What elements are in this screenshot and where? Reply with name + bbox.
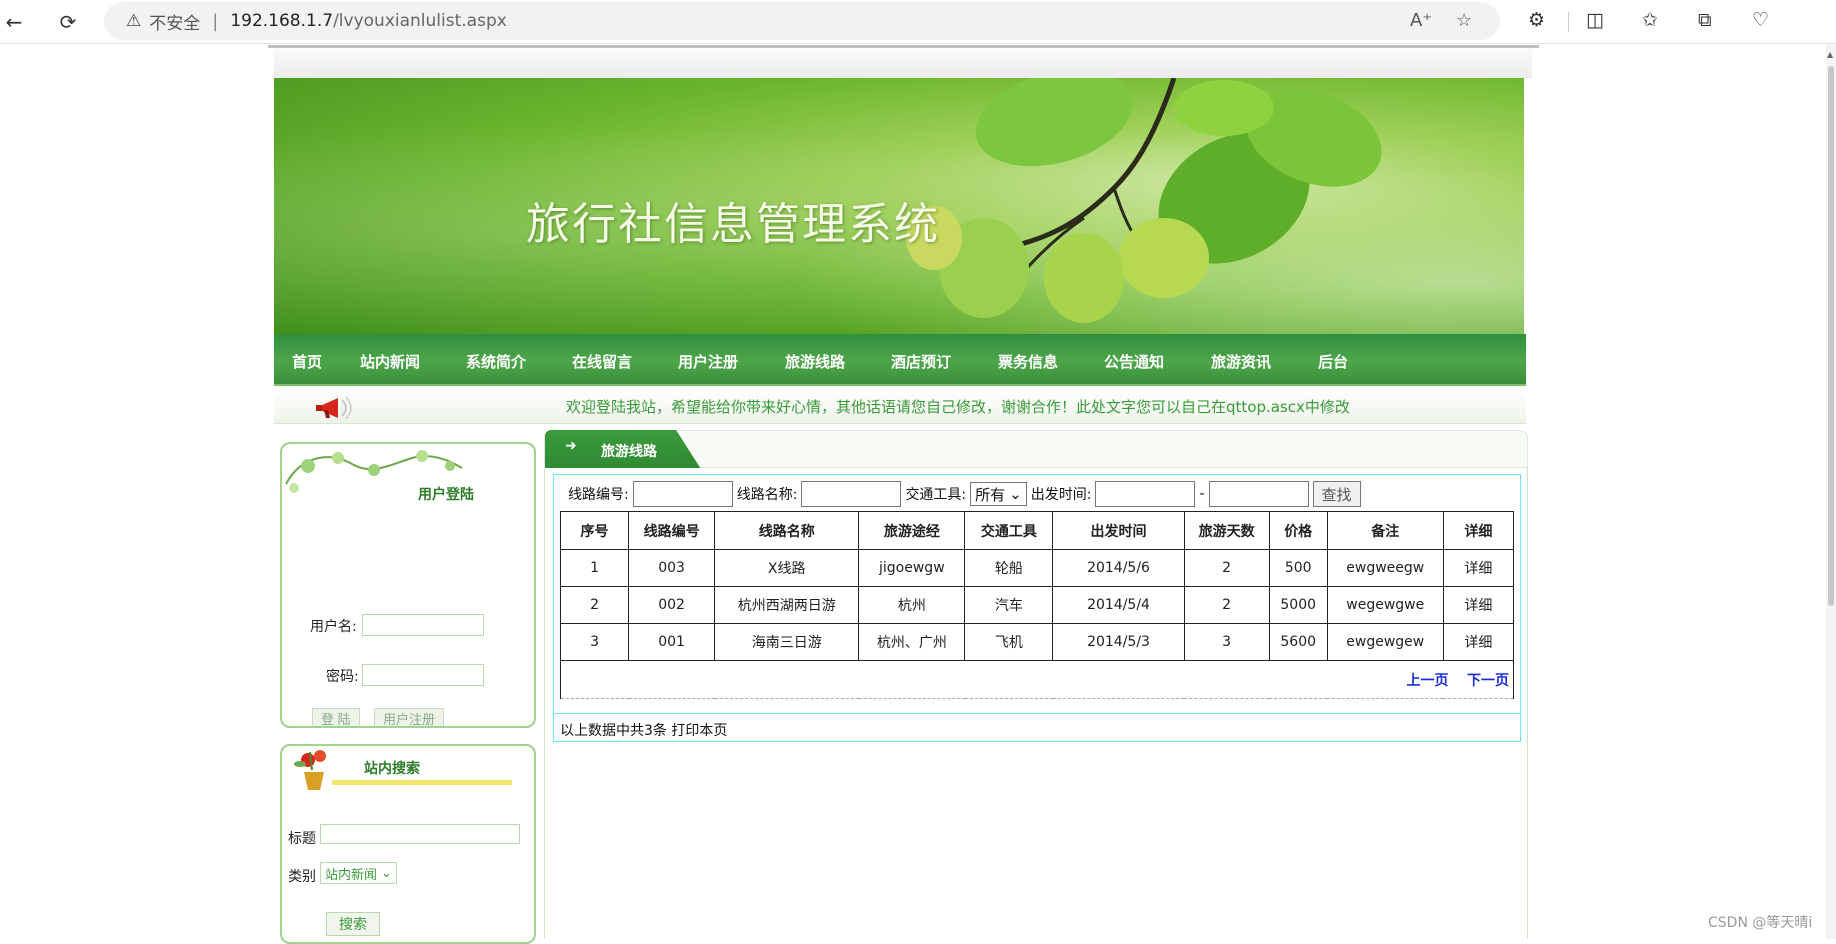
table-row: 1 003 X线路 jigoewgw 轮船 2014/5/6 2 500 ewg… [559, 549, 1515, 587]
read-aloud-icon[interactable]: A⁺ [1410, 10, 1432, 31]
warning-icon: ⚠ [126, 11, 142, 31]
depart-from-input[interactable] [1095, 481, 1196, 507]
search-category-label: 类别 [288, 869, 316, 885]
login-button[interactable]: 登 陆 [312, 708, 360, 726]
site-search-title: 站内搜索 [364, 761, 420, 777]
address-bar[interactable]: ⚠ 不安全 | 192.168.1.7/lvyouxianlulist.aspx… [104, 2, 1500, 40]
page: 旅行社信息管理系统 首页 站内新闻 系统简介 在线留言 用户注册 旅游线路 酒店… [268, 44, 1539, 944]
nav-item-announcements[interactable]: 公告通知 [1104, 351, 1164, 372]
browser-toolbar: ← ⟳ ⚠ 不安全 | 192.168.1.7/lvyouxianlulist.… [0, 0, 1836, 44]
content-area: 线路编号: 线路名称: 交通工具: 所有 ⌄ 出发时间: - 查找 序号 线路编号… [544, 468, 1528, 939]
collections-icon[interactable]: ⧉ [1698, 9, 1712, 31]
nav-item-routes[interactable]: 旅游线路 [785, 351, 845, 372]
col-header: 线路编号 [628, 511, 716, 550]
filter-bar: 线路编号: 线路名称: 交通工具: 所有 ⌄ 出发时间: - 查找 [568, 481, 1361, 507]
col-header: 价格 [1268, 511, 1328, 550]
search-category-select[interactable]: 站内新闻 ⌄ [320, 862, 397, 884]
nav-item-message[interactable]: 在线留言 [572, 351, 632, 372]
arrow-right-icon: ➜ [565, 438, 577, 454]
transport-label: 交通工具: [905, 487, 967, 503]
banner: 旅行社信息管理系统 [274, 78, 1524, 334]
depart-label: 出发时间: [1030, 487, 1092, 503]
col-header: 出发时间 [1052, 511, 1185, 550]
main-nav: 首页 站内新闻 系统简介 在线留言 用户注册 旅游线路 酒店预订 票务信息 公告… [274, 334, 1526, 386]
table-row: 3 001 海南三日游 杭州、广州 飞机 2014/5/3 3 5600 ewg… [559, 623, 1515, 661]
nav-item-admin[interactable]: 后台 [1318, 351, 1348, 372]
login-box: 用户登陆 用户名: 密码: 登 陆 用户注册 [280, 442, 536, 728]
search-title-label: 标题 [288, 831, 316, 847]
col-header: 交通工具 [964, 511, 1054, 550]
find-button[interactable]: 查找 [1312, 481, 1361, 507]
refresh-icon[interactable]: ⟳ [54, 8, 82, 36]
back-icon[interactable]: ← [0, 8, 28, 36]
chevron-down-icon: ⌄ [1009, 485, 1022, 503]
route-no-input[interactable] [632, 481, 733, 507]
col-header: 序号 [559, 511, 630, 550]
table-row: 2 002 杭州西湖两日游 杭州 汽车 2014/5/4 2 5000 wege… [559, 586, 1515, 624]
search-title-input[interactable] [320, 824, 520, 844]
nav-item-news[interactable]: 站内新闻 [360, 351, 420, 372]
page-scrollbar[interactable]: ▲ [1826, 44, 1836, 939]
site-title: 旅行社信息管理系统 [526, 199, 940, 250]
scroll-up-icon[interactable]: ▲ [1827, 50, 1833, 59]
watermark: CSDN @等天晴i [1708, 915, 1813, 931]
nav-item-travel-info[interactable]: 旅游资讯 [1211, 351, 1271, 372]
nav-item-home[interactable]: 首页 [292, 351, 322, 372]
route-name-label: 线路名称: [736, 487, 798, 503]
nav-item-hotel[interactable]: 酒店预订 [891, 351, 951, 372]
date-range-separator: - [1199, 486, 1205, 502]
depart-to-input[interactable] [1208, 481, 1309, 507]
scrollbar-thumb[interactable] [1828, 66, 1834, 606]
detail-link[interactable]: 详细 [1442, 549, 1515, 587]
favorites-icon[interactable]: ✩ [1642, 9, 1658, 31]
col-header: 详细 [1442, 511, 1515, 550]
col-header: 旅游天数 [1183, 511, 1270, 550]
pager-row: 上一页 下一页 [560, 660, 1514, 699]
favorite-star-icon[interactable]: ☆ [1456, 10, 1472, 31]
username-input[interactable] [362, 614, 484, 636]
content-tabbar: ➜ 旅游线路 [544, 430, 1528, 469]
vine-decoration-icon [285, 450, 463, 493]
notice-bar: 欢迎登陆我站，希望能给你带来好心情，其他话语请您自己修改，谢谢合作！此处文字您可… [274, 388, 1526, 424]
detail-link[interactable]: 详细 [1442, 586, 1515, 624]
route-name-input[interactable] [801, 481, 902, 507]
register-button[interactable]: 用户注册 [374, 708, 445, 726]
password-label: 密码: [326, 669, 359, 685]
tab-routes[interactable]: ➜ 旅游线路 [545, 430, 701, 469]
nav-item-register[interactable]: 用户注册 [678, 351, 738, 372]
route-no-label: 线路编号: [568, 487, 629, 503]
nav-item-tickets[interactable]: 票务信息 [998, 351, 1058, 372]
col-header: 备注 [1326, 511, 1444, 550]
prev-page-link[interactable]: 上一页 [1407, 673, 1449, 689]
pager: 上一页 下一页 [560, 660, 1514, 699]
nav-item-intro[interactable]: 系统简介 [466, 351, 526, 372]
search-button[interactable]: 搜索 [326, 912, 380, 936]
col-header: 线路名称 [714, 511, 860, 550]
password-input[interactable] [362, 664, 484, 686]
megaphone-icon [316, 396, 352, 420]
col-header: 旅游途经 [858, 511, 966, 550]
login-title: 用户登陆 [418, 487, 474, 503]
security-label: 不安全 [149, 13, 201, 34]
site-search-box: 站内搜索 标题 类别 站内新闻 ⌄ 搜索 [280, 744, 536, 944]
username-label: 用户名: [310, 619, 357, 635]
url-text: 192.168.1.7/lvyouxianlulist.aspx [230, 11, 507, 31]
transport-select[interactable]: 所有 ⌄ [970, 482, 1027, 506]
detail-link[interactable]: 详细 [1442, 623, 1515, 661]
chevron-down-icon: ⌄ [381, 865, 392, 881]
split-screen-icon[interactable]: ◫ [1586, 9, 1604, 31]
table-header-row: 序号 线路编号 线路名称 旅游途经 交通工具 出发时间 旅游天数 价格 备注 详… [559, 511, 1515, 550]
summary-text: 以上数据中共3条 打印本页 [554, 713, 1520, 743]
health-icon[interactable]: ♡ [1752, 9, 1769, 31]
extensions-icon[interactable]: ⚙ [1528, 9, 1545, 31]
routes-table: 序号 线路编号 线路名称 旅游途经 交通工具 出发时间 旅游天数 价格 备注 详… [559, 511, 1515, 699]
routes-panel: 线路编号: 线路名称: 交通工具: 所有 ⌄ 出发时间: - 查找 序号 线路编号… [553, 474, 1521, 742]
notice-text: 欢迎登陆我站，希望能给你带来好心情，其他话语请您自己修改，谢谢合作！此处文字您可… [566, 398, 1350, 416]
next-page-link[interactable]: 下一页 [1467, 673, 1509, 689]
